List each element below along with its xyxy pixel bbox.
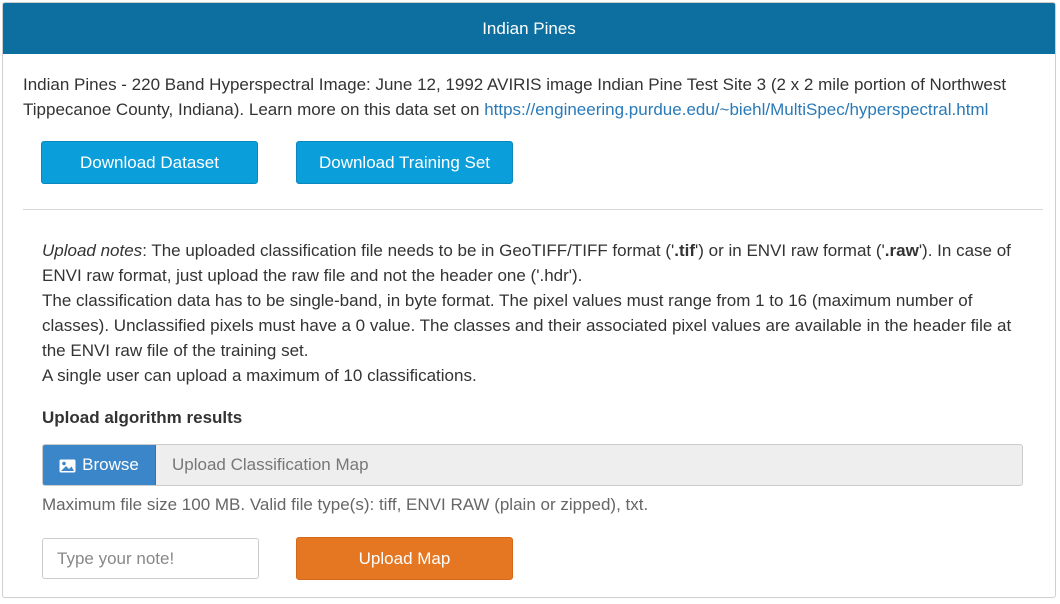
panel-title: Indian Pines: [482, 18, 576, 38]
browse-button[interactable]: Browse: [43, 445, 156, 485]
file-upload-group: Browse Upload Classification Map: [42, 444, 1023, 486]
notes-paragraph-3: A single user can upload a maximum of 10…: [42, 366, 477, 385]
tif-extension: .tif: [674, 241, 696, 260]
raw-extension: .raw: [884, 241, 919, 260]
dataset-description: Indian Pines - 220 Band Hyperspectral Im…: [23, 72, 1048, 122]
panel-header: Indian Pines: [3, 3, 1055, 54]
download-training-set-button[interactable]: Download Training Set: [296, 141, 513, 184]
browse-label: Browse: [82, 455, 139, 474]
notes-text-b: ') or in ENVI raw format (': [695, 241, 885, 260]
upload-map-label: Upload Map: [358, 548, 451, 568]
dataset-panel: Indian Pines Indian Pines - 220 Band Hyp…: [2, 2, 1056, 598]
upload-notes: Upload notes: The uploaded classificatio…: [42, 238, 1032, 388]
notes-text-a: : The uploaded classification file needs…: [142, 241, 675, 260]
notes-paragraph-2: The classification data has to be single…: [42, 291, 1012, 360]
file-size-hint: Maximum file size 100 MB. Valid file typ…: [42, 495, 649, 514]
notes-label: Upload notes: [42, 241, 143, 260]
download-training-label: Download Training Set: [318, 152, 491, 172]
divider: [23, 209, 1043, 210]
notes-paragraph-1: Upload notes: The uploaded classificatio…: [42, 238, 1032, 288]
download-dataset-label: Download Dataset: [80, 152, 219, 172]
upload-section-title: Upload algorithm results: [42, 408, 243, 427]
file-name-field[interactable]: Upload Classification Map: [156, 445, 1022, 485]
dataset-info-link[interactable]: https://engineering.purdue.edu/~biehl/Mu…: [484, 100, 988, 119]
upload-map-button[interactable]: Upload Map: [296, 537, 513, 580]
download-dataset-button[interactable]: Download Dataset: [41, 141, 258, 184]
image-icon: [59, 458, 76, 473]
note-input[interactable]: [42, 538, 259, 579]
